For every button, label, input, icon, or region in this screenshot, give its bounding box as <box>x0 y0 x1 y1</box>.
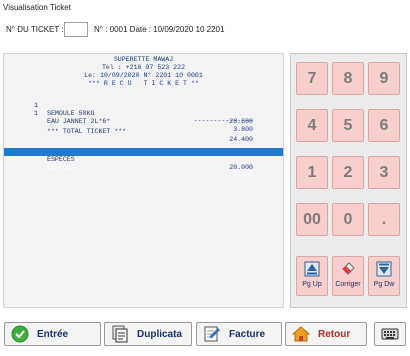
keyboard-button[interactable] <box>374 322 406 346</box>
entree-label: Entrée <box>37 328 69 340</box>
correct-label: Corriger <box>335 281 361 288</box>
key-decimal[interactable]: . <box>368 203 400 236</box>
receipt-date-line: Le: 10/09/2020 N° 2201 10 0001 <box>84 72 203 79</box>
receipt-total-row: *** TOTAL TICKET *** 24.400 <box>4 120 283 143</box>
ticket-number-label: N° DU TICKET : <box>6 25 64 34</box>
invoice-edit-icon <box>204 326 220 342</box>
ticket-number-input[interactable] <box>64 22 88 37</box>
numeric-keypad: 7 8 9 4 5 6 1 2 3 00 0 . Pg Up Corriger … <box>290 53 407 308</box>
ticket-search-row: N° DU TICKET : N° : 0001 Date : 10/09/20… <box>6 22 224 37</box>
page-up-button[interactable]: Pg Up <box>296 256 328 296</box>
payment-description: ESPECES <box>47 164 75 171</box>
duplicata-button[interactable]: Duplicata <box>104 322 192 346</box>
key-3[interactable]: 3 <box>368 156 400 189</box>
duplicata-label: Duplicata <box>137 328 183 340</box>
payment-row[interactable]: 54 ESPECES 20.000 <box>4 140 283 171</box>
check-icon <box>11 325 29 343</box>
receipt-item-row[interactable]: 1 SEMOULE 50KG 20.600 <box>4 94 283 125</box>
page-down-icon <box>376 261 392 277</box>
payment-amount: 20.000 <box>229 164 253 171</box>
key-4[interactable]: 4 <box>296 109 328 142</box>
payment-amount: 4.400 <box>233 172 253 179</box>
page-up-icon <box>304 261 320 277</box>
page-down-label: Pg Dw <box>373 281 395 288</box>
page-down-button[interactable]: Pg Dw <box>368 256 400 296</box>
key-0[interactable]: 0 <box>332 203 364 236</box>
key-8[interactable]: 8 <box>332 62 364 95</box>
key-2[interactable]: 2 <box>332 156 364 189</box>
ticket-info: N° : 0001 Date : 10/09/2020 10 2201 <box>94 25 225 34</box>
entree-button[interactable]: Entrée <box>4 322 101 346</box>
key-7[interactable]: 7 <box>296 62 328 95</box>
home-icon <box>292 326 310 342</box>
key-5[interactable]: 5 <box>332 109 364 142</box>
payment-code: 54 <box>8 156 16 163</box>
eraser-icon <box>342 262 355 275</box>
keyboard-icon <box>381 328 399 340</box>
receipt-store-name: SUPERETTE MAWAJ <box>113 56 174 63</box>
correct-button[interactable]: Corriger <box>332 256 364 296</box>
receipt-heading: *** R E C U T I C K E T ** <box>88 80 199 87</box>
total-label: *** TOTAL TICKET *** <box>47 128 127 135</box>
receipt-view[interactable]: SUPERETTE MAWAJ Tel : +216 97 523 222 Le… <box>3 53 284 308</box>
receipt-phone: Tel : +216 97 523 222 <box>101 64 186 71</box>
retour-button[interactable]: Retour <box>285 322 367 346</box>
key-1[interactable]: 1 <box>296 156 328 189</box>
key-9[interactable]: 9 <box>368 62 400 95</box>
retour-label: Retour <box>318 328 351 340</box>
facture-button[interactable]: Facture <box>196 322 282 346</box>
payment-description: ESPECES <box>47 156 75 163</box>
window-title: Visualisation Ticket <box>3 3 71 12</box>
key-6[interactable]: 6 <box>368 109 400 142</box>
key-00[interactable]: 00 <box>296 203 328 236</box>
page-up-label: Pg Up <box>302 281 322 288</box>
facture-label: Facture <box>229 328 266 340</box>
duplicate-icon <box>112 325 128 343</box>
receipt-separator-row: --------------- <box>4 109 283 124</box>
payment-row-selected[interactable]: 54 ESPECES 4.400 <box>4 148 283 179</box>
